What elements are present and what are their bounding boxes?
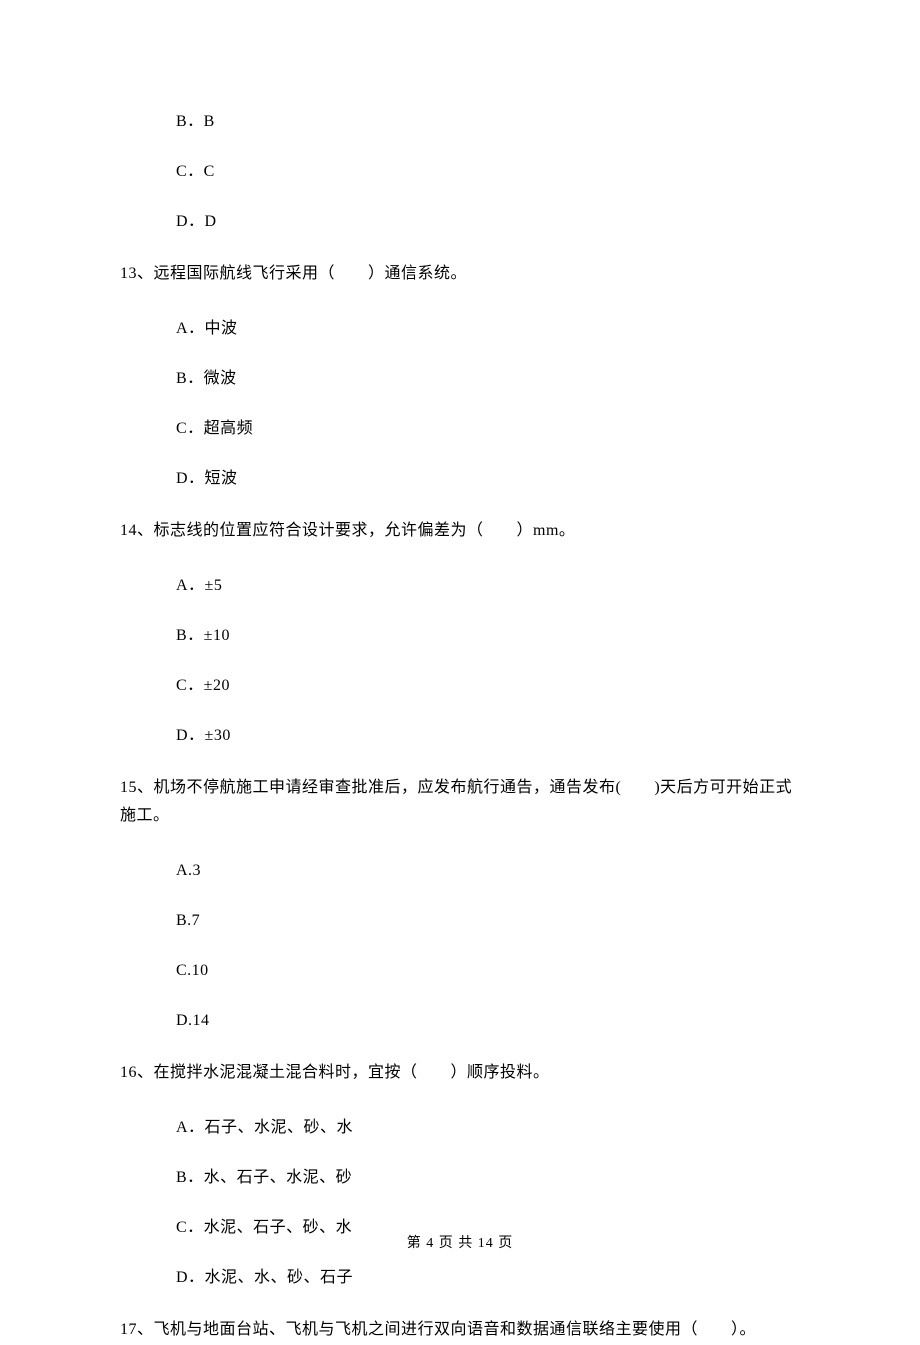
question-15-stem: 15、机场不停航施工申请经审查批准后，应发布航行通告，通告发布( )天后方可开始… [120,774,800,832]
question-16: 16、在搅拌水泥混凝土混合料时，宜按（ ）顺序投料。 A．石子、水泥、砂、水 B… [120,1059,800,1290]
option-16-d: D．水泥、水、砂、石子 [176,1266,800,1290]
option-15-d: D.14 [176,1009,800,1033]
option-16-b: B．水、石子、水泥、砂 [176,1166,800,1190]
option-14-d: D．±30 [176,724,800,748]
option-13-b: B．微波 [176,367,800,391]
document-page: B．B C．C D．D 13、远程国际航线飞行采用（ ）通信系统。 A．中波 B… [0,0,920,1345]
question-16-stem: 16、在搅拌水泥混凝土混合料时，宜按（ ）顺序投料。 [120,1059,800,1088]
option-15-c: C.10 [176,959,800,983]
page-footer: 第 4 页 共 14 页 [0,1232,920,1252]
question-13-stem: 13、远程国际航线飞行采用（ ）通信系统。 [120,260,800,289]
option-15-a: A.3 [176,859,800,883]
question-17: 17、飞机与地面台站、飞机与飞机之间进行双向语音和数据通信联络主要使用（ ）。 [120,1316,800,1345]
option-13-a: A．中波 [176,317,800,341]
question-17-stem: 17、飞机与地面台站、飞机与飞机之间进行双向语音和数据通信联络主要使用（ ）。 [120,1316,800,1345]
option-13-c: C．超高频 [176,417,800,441]
option-15-b: B.7 [176,909,800,933]
option-12-b: B．B [176,110,800,134]
option-16-a: A．石子、水泥、砂、水 [176,1116,800,1140]
question-15: 15、机场不停航施工申请经审查批准后，应发布航行通告，通告发布( )天后方可开始… [120,774,800,1034]
option-13-d: D．短波 [176,467,800,491]
question-14-stem: 14、标志线的位置应符合设计要求，允许偏差为（ ）mm。 [120,517,800,546]
option-14-c: C．±20 [176,674,800,698]
question-14: 14、标志线的位置应符合设计要求，允许偏差为（ ）mm。 A．±5 B．±10 … [120,517,800,748]
option-14-a: A．±5 [176,574,800,598]
option-12-d: D．D [176,210,800,234]
question-12-partial: B．B C．C D．D [120,110,800,234]
option-12-c: C．C [176,160,800,184]
option-14-b: B．±10 [176,624,800,648]
question-13: 13、远程国际航线飞行采用（ ）通信系统。 A．中波 B．微波 C．超高频 D．… [120,260,800,491]
